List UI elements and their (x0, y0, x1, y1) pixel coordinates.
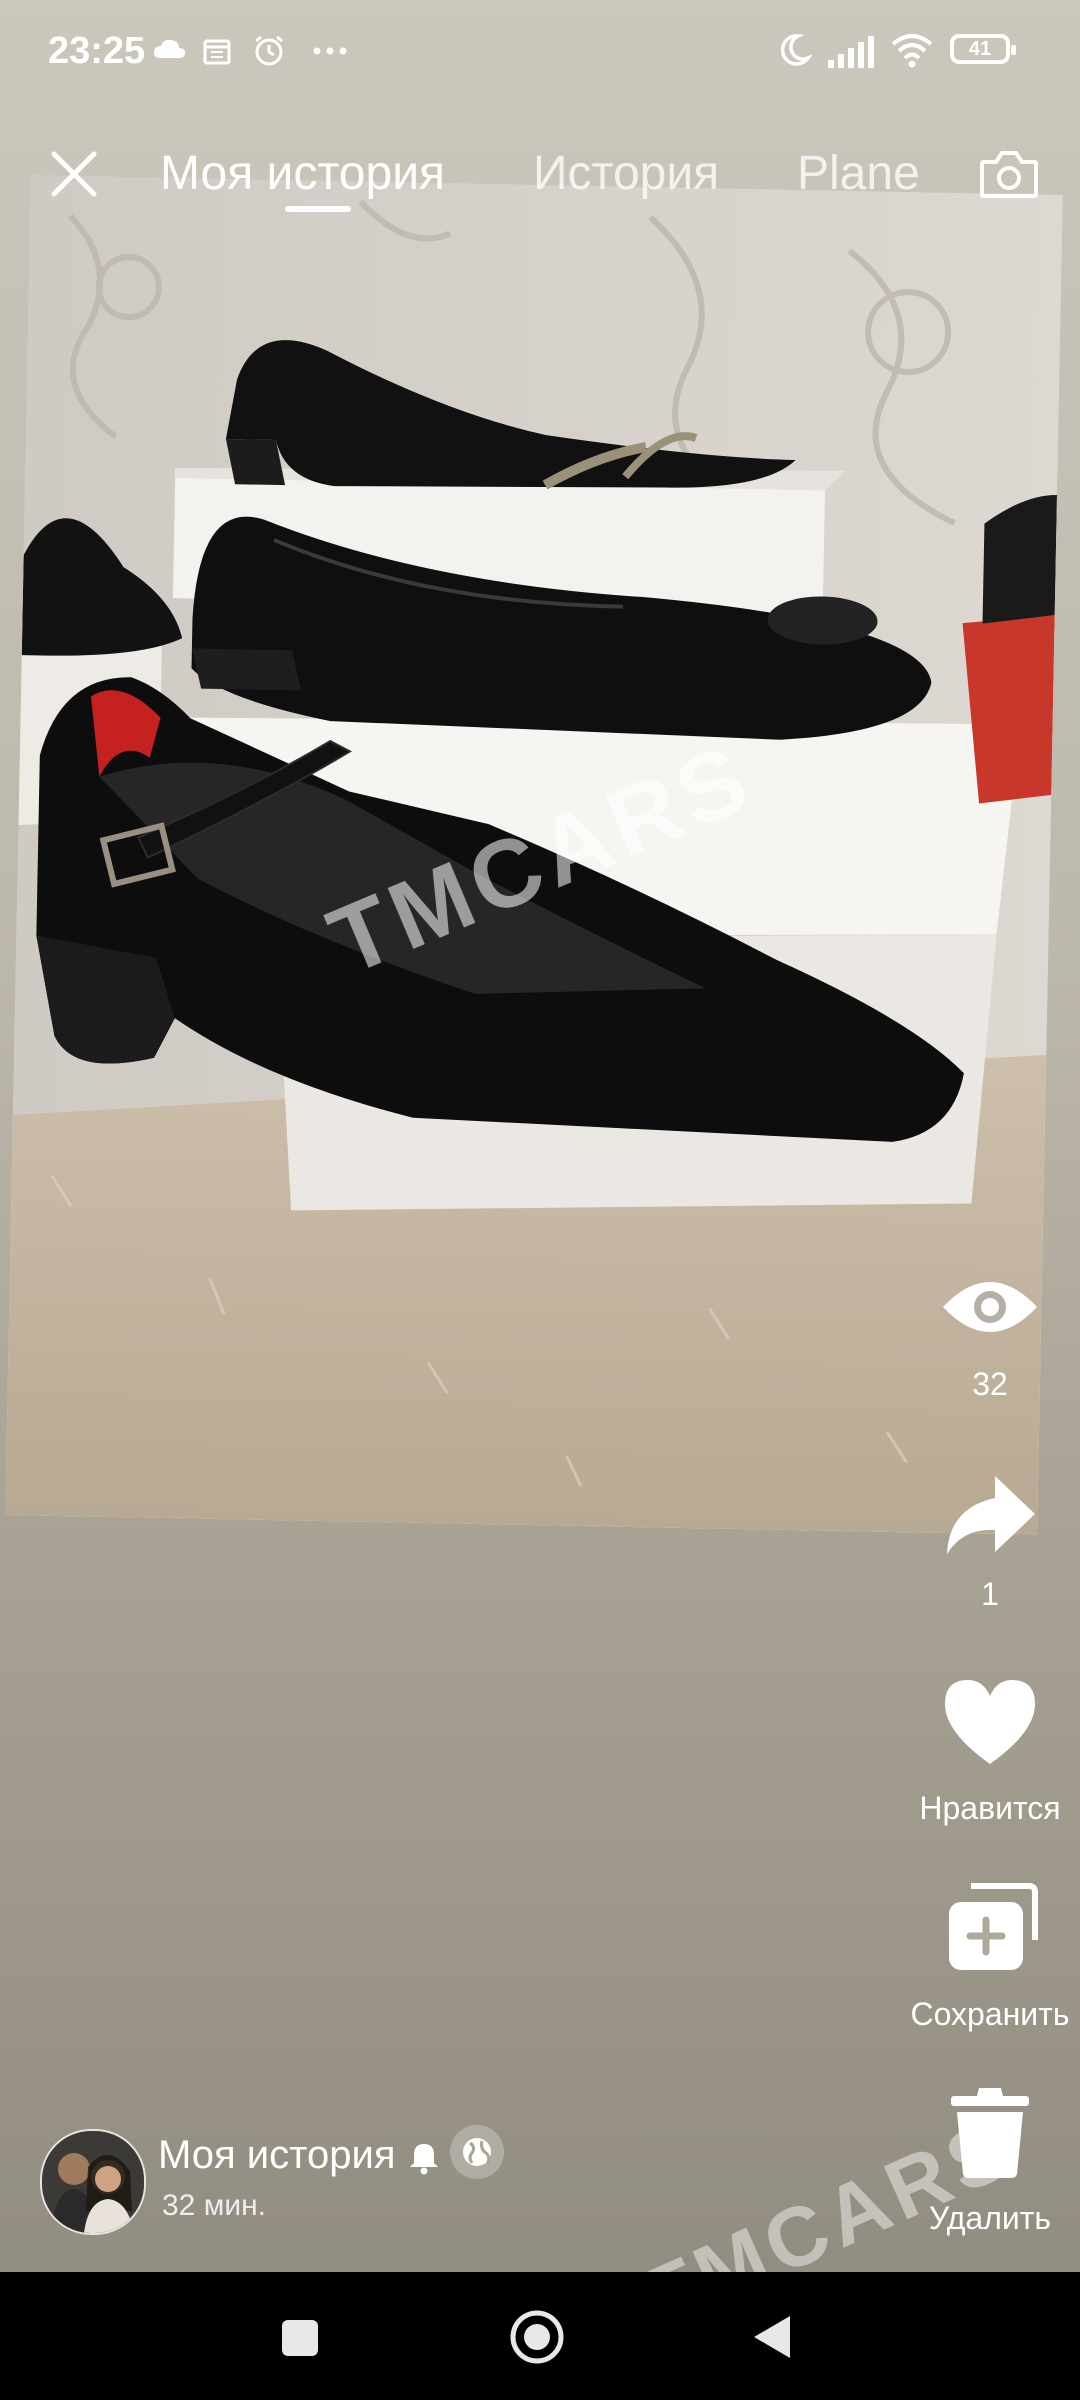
active-tab-indicator (285, 206, 351, 212)
camera-icon[interactable] (978, 146, 1040, 202)
views-action[interactable]: 32 (900, 1262, 1080, 1403)
system-nav-bar (0, 2272, 1080, 2400)
calendar-icon (203, 39, 231, 65)
avatar[interactable] (40, 2129, 146, 2235)
battery-indicator: 41 (950, 34, 1016, 64)
heart-icon (935, 1672, 1045, 1782)
recent-apps-button[interactable] (280, 2318, 320, 2358)
tab-plane[interactable]: Plane (797, 146, 920, 201)
bell-icon (410, 2144, 438, 2175)
author-name: Моя история (158, 2133, 396, 2177)
post-time: 32 мин. (162, 2189, 266, 2222)
tab-story[interactable]: История (533, 146, 719, 201)
like-button[interactable]: Нравится (900, 1672, 1080, 1827)
save-label: Сохранить (910, 1996, 1070, 2032)
status-time: 23:25 (48, 30, 146, 72)
back-button[interactable] (750, 2312, 794, 2362)
shares-count: 1 (981, 1576, 999, 1612)
save-button[interactable]: Сохранить (900, 1878, 1080, 2033)
signal-icon (828, 36, 874, 68)
share-icon (935, 1466, 1045, 1576)
share-action[interactable]: 1 (900, 1466, 1080, 1613)
globe-icon[interactable] (450, 2125, 504, 2179)
save-add-icon (935, 1878, 1045, 1988)
status-bar: 23:25 41 (0, 0, 1080, 100)
top-nav: Моя история История Plane (0, 130, 1080, 230)
alarm-icon (255, 35, 283, 66)
cloud-icon (153, 39, 185, 58)
like-label: Нравится (919, 1790, 1061, 1826)
moon-icon (780, 34, 812, 66)
wifi-icon (891, 34, 933, 68)
close-icon[interactable] (48, 148, 100, 200)
more-icon (313, 47, 347, 55)
home-button[interactable] (508, 2308, 566, 2366)
tab-my-story[interactable]: Моя история (160, 146, 445, 201)
eye-icon (935, 1262, 1045, 1372)
